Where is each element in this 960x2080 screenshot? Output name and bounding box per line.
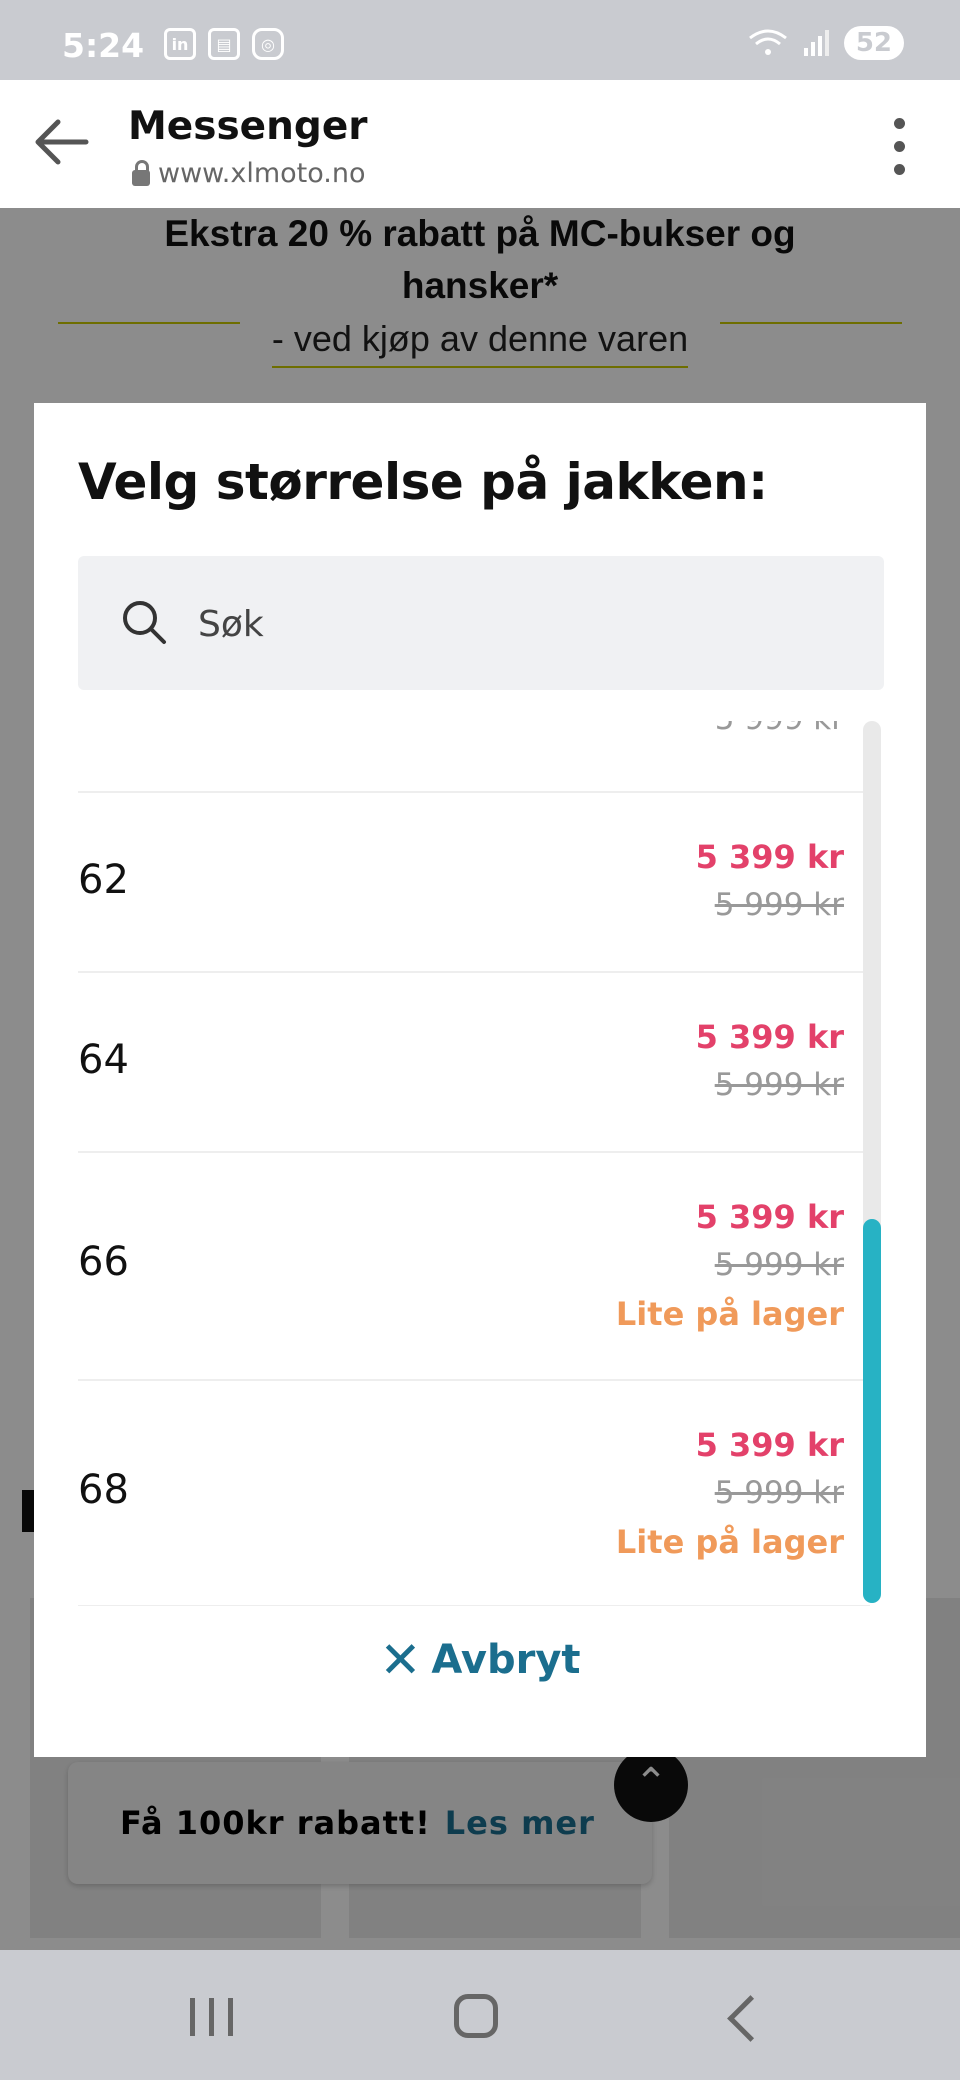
recent-apps-icon[interactable] <box>190 1998 233 2036</box>
size-picker-modal: Velg størrelse på jakken: 5 999 kr 62 5 … <box>34 403 926 1757</box>
stock-status: Lite på lager <box>615 1295 844 1333</box>
price-block: 5 399 kr 5 999 kr <box>696 833 844 929</box>
search-box[interactable] <box>78 556 884 690</box>
search-input[interactable] <box>196 594 800 654</box>
size-row-68[interactable]: 68 5 399 kr 5 999 kr Lite på lager <box>78 1379 870 1606</box>
sale-price: 5 399 kr <box>695 838 844 876</box>
price-block: 5 399 kr 5 999 kr Lite på lager <box>616 1421 844 1567</box>
price-block: 5 399 kr 5 999 kr <box>696 1013 844 1109</box>
home-icon[interactable] <box>454 1994 498 2038</box>
old-price: 5 999 kr <box>715 721 844 737</box>
old-price: 5 999 kr <box>714 1475 844 1511</box>
notification-icons: in ▤ ◎ <box>164 28 284 60</box>
search-icon <box>123 601 166 644</box>
calendar-icon: ▤ <box>208 28 240 60</box>
more-options-icon[interactable] <box>894 118 906 175</box>
browser-header: Messenger www.xlmoto.no <box>0 80 960 209</box>
sale-price: 5 399 kr <box>695 1198 844 1236</box>
url-text: www.xlmoto.no <box>158 158 366 189</box>
system-icons: 52 <box>748 26 904 60</box>
browser-url: www.xlmoto.no <box>132 158 366 189</box>
lock-icon <box>132 159 150 186</box>
cancel-button[interactable]: ✕ Avbryt <box>34 1631 926 1689</box>
back-arrow-icon[interactable] <box>30 110 94 174</box>
status-time: 5:24 <box>62 26 145 65</box>
size-list[interactable]: 5 999 kr 62 5 399 kr 5 999 kr 64 5 399 k… <box>78 721 870 1606</box>
size-label: 66 <box>78 1239 129 1285</box>
linkedin-icon: in <box>164 28 196 60</box>
signal-icon <box>803 30 829 56</box>
size-label: 62 <box>78 857 129 903</box>
cancel-label: Avbryt <box>431 1637 581 1683</box>
size-row-62[interactable]: 62 5 399 kr 5 999 kr <box>78 791 870 971</box>
browser-title: Messenger <box>128 104 368 149</box>
system-back-icon[interactable] <box>727 1995 774 2042</box>
system-nav-bar <box>0 1950 960 2080</box>
battery-indicator: 52 <box>843 26 904 60</box>
size-row-64[interactable]: 64 5 399 kr 5 999 kr <box>78 971 870 1151</box>
size-row-66[interactable]: 66 5 399 kr 5 999 kr Lite på lager <box>78 1151 870 1379</box>
price-block: 5 399 kr 5 999 kr Lite på lager <box>616 1193 844 1339</box>
close-icon: ✕ <box>379 1631 422 1689</box>
old-price: 5 999 kr <box>714 1247 844 1283</box>
wifi-icon <box>748 29 787 55</box>
sale-price: 5 399 kr <box>695 1426 844 1464</box>
instagram-icon: ◎ <box>252 28 284 60</box>
old-price: 5 999 kr <box>714 1067 844 1103</box>
old-price: 5 999 kr <box>714 887 844 923</box>
size-label: 64 <box>78 1037 129 1083</box>
status-bar: 5:24 in ▤ ◎ 52 <box>0 0 960 80</box>
sale-price: 5 399 kr <box>695 1018 844 1056</box>
size-label: 68 <box>78 1467 129 1513</box>
stock-status: Lite på lager <box>615 1523 844 1561</box>
modal-title: Velg størrelse på jakken: <box>78 453 768 511</box>
partial-row: 5 999 kr <box>78 721 870 791</box>
scrollbar-thumb[interactable] <box>863 1219 881 1603</box>
